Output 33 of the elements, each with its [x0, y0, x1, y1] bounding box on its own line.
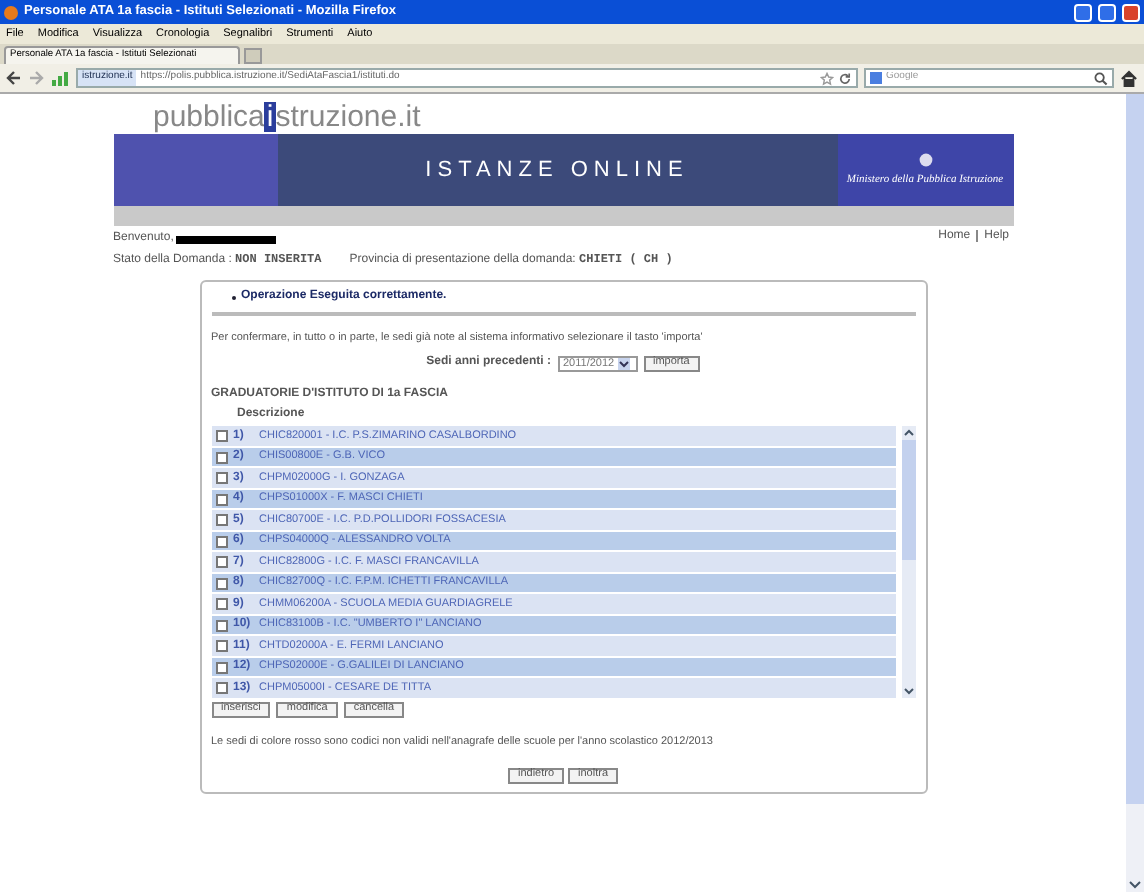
minimize-button[interactable] — [1074, 3, 1092, 21]
checkbox[interactable] — [215, 451, 227, 463]
maximize-button[interactable] — [1098, 3, 1116, 21]
checkbox[interactable] — [215, 556, 227, 568]
checkbox[interactable] — [215, 430, 227, 442]
checkbox[interactable] — [215, 682, 227, 694]
reload-icon[interactable] — [838, 71, 852, 85]
scrollbar-thumb[interactable] — [901, 440, 915, 561]
redaction-bar — [175, 235, 276, 243]
site-logo: pubblicaistruzione.it — [151, 98, 423, 132]
checkbox[interactable] — [215, 598, 227, 610]
search-icon[interactable] — [1094, 71, 1108, 85]
checkbox[interactable] — [215, 661, 227, 673]
back-icon[interactable] — [6, 70, 22, 86]
checkbox[interactable] — [215, 619, 227, 631]
signal-icon — [50, 70, 70, 86]
checkbox[interactable] — [215, 514, 227, 526]
star-icon[interactable] — [820, 71, 834, 85]
list-scrollbar[interactable] — [901, 426, 915, 698]
checkbox[interactable] — [215, 472, 227, 484]
home-icon[interactable] — [1120, 69, 1138, 87]
scroll-down-icon[interactable] — [1126, 876, 1144, 892]
dropdown-icon — [618, 357, 631, 370]
emblem-icon — [917, 151, 933, 168]
checkbox[interactable] — [215, 535, 227, 547]
checkbox[interactable] — [215, 577, 227, 589]
checkbox[interactable] — [215, 640, 227, 652]
firefox-icon — [4, 5, 18, 19]
scroll-down-icon[interactable] — [901, 683, 915, 698]
banner-title: ISTANZE ONLINE — [277, 134, 837, 206]
scroll-up-icon[interactable] — [901, 426, 915, 441]
checkbox[interactable] — [215, 493, 227, 505]
close-button[interactable] — [1122, 3, 1140, 21]
